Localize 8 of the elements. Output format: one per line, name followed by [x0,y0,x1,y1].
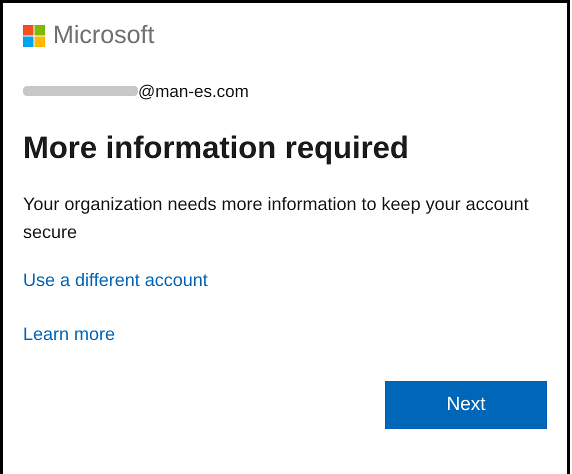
next-button[interactable]: Next [385,380,547,429]
account-email: @man-es.com [138,82,249,100]
different-account-link[interactable]: Use a different account [23,266,208,294]
info-message: Your organization needs more information to keep your account secure [23,192,530,244]
learn-more-link[interactable]: Learn more [23,320,116,348]
page-title: More information required [23,129,410,167]
brand-name: Microsoft [53,23,154,48]
logo-icon [23,24,45,46]
